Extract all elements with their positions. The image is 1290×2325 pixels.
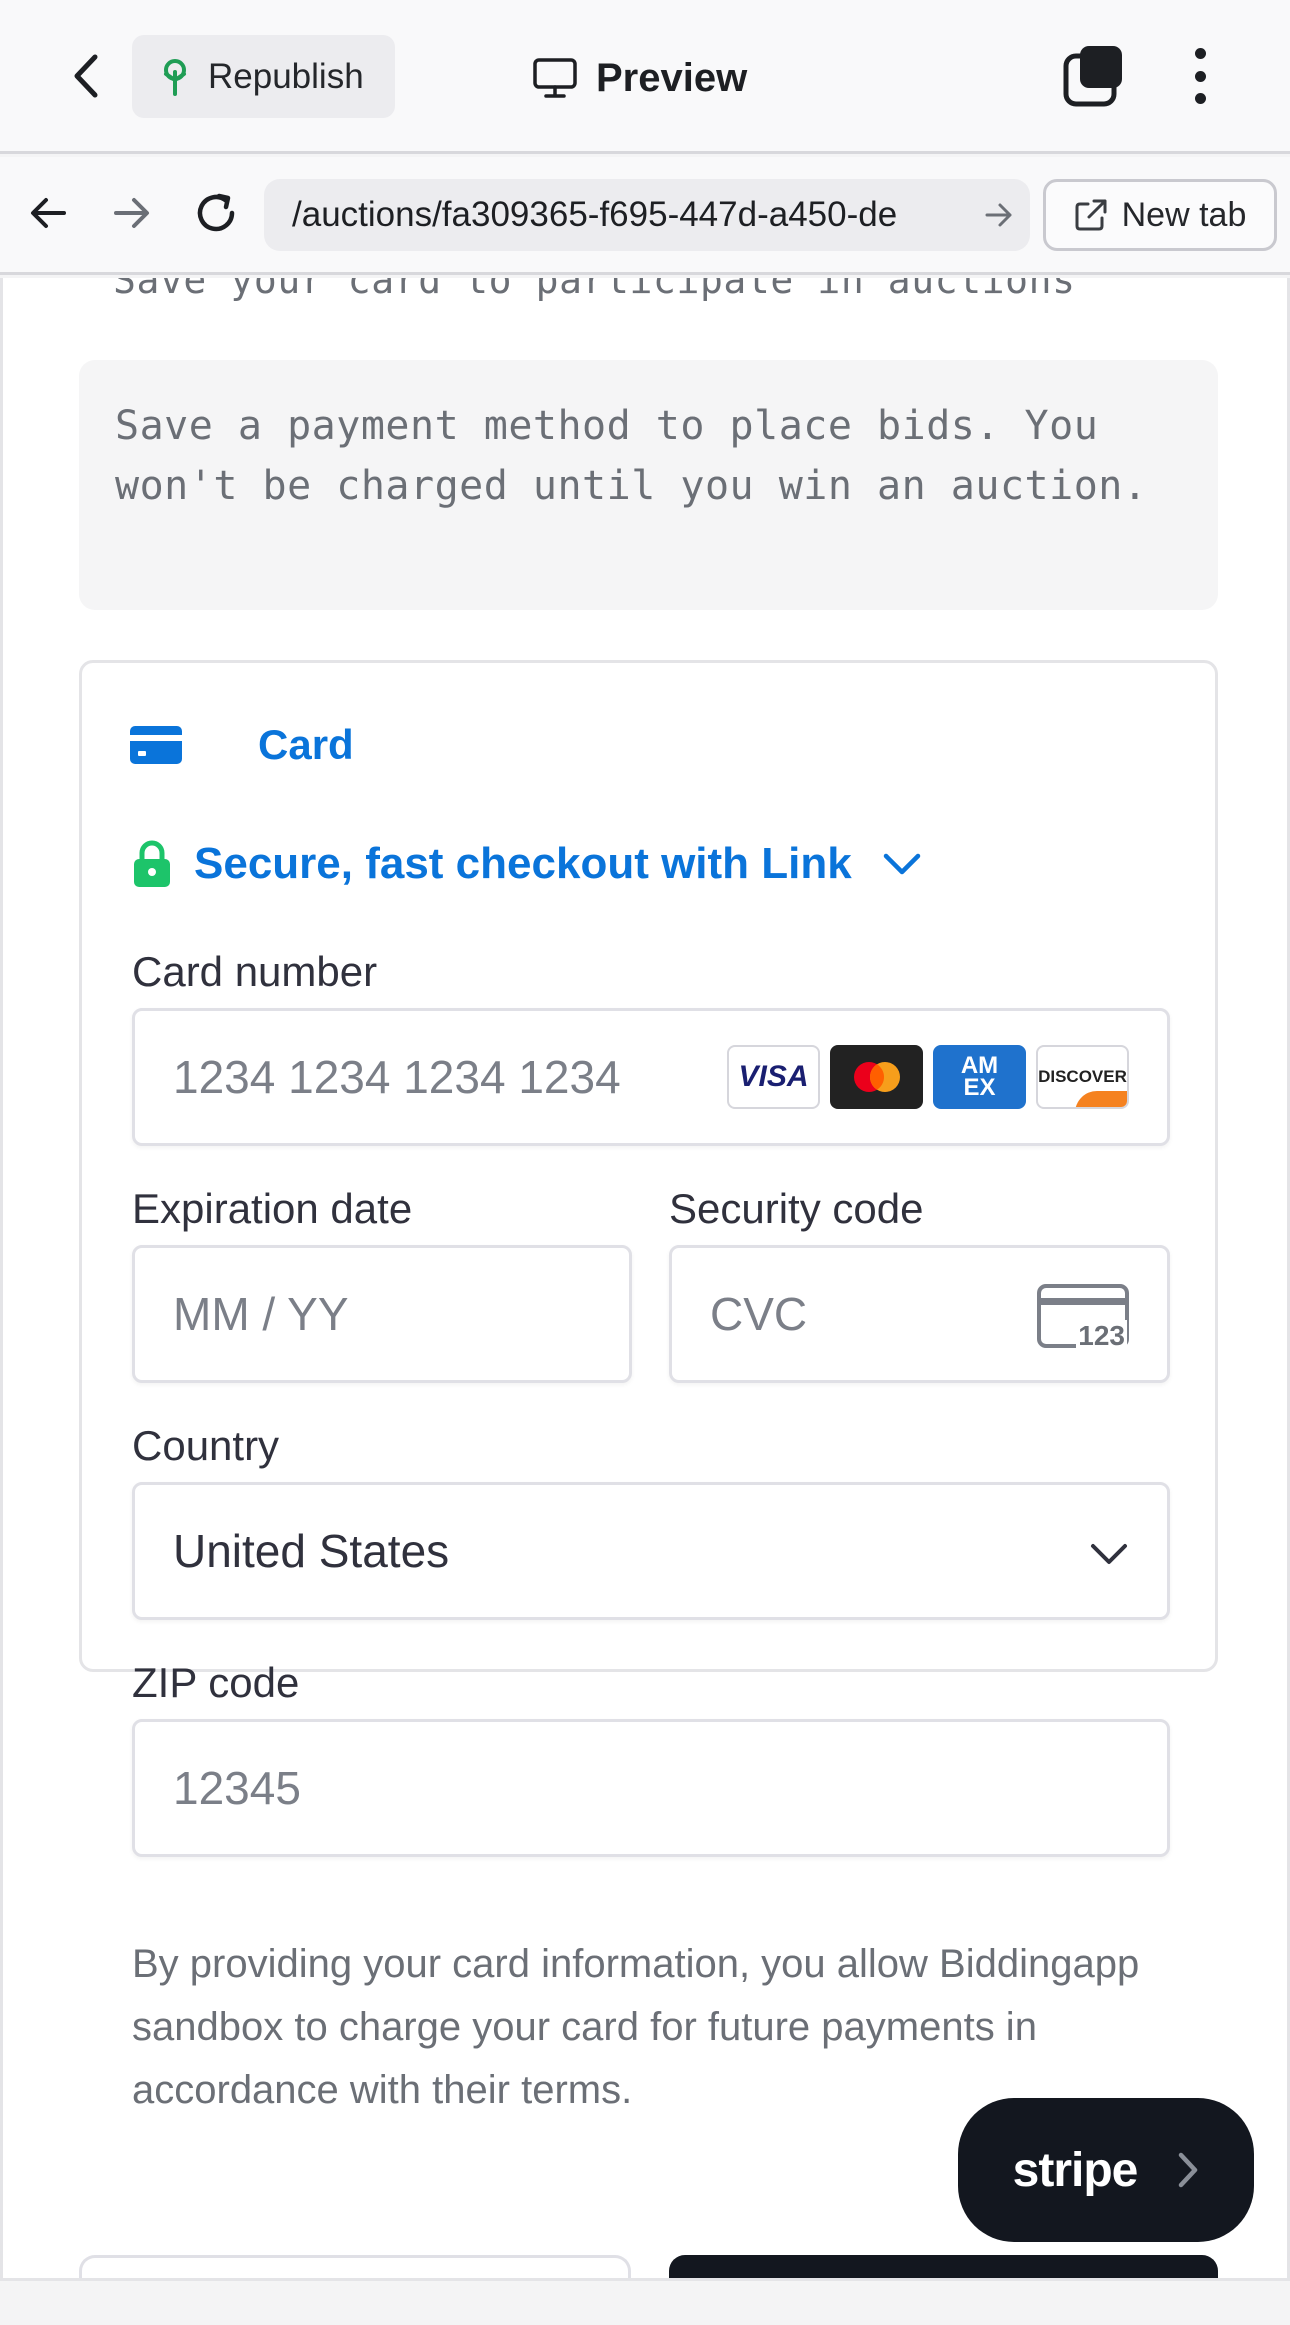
credit-card-icon [130,726,182,764]
more-dot [1194,48,1206,59]
expiry-input[interactable]: MM / YY [132,1245,632,1383]
country-value: United States [173,1525,450,1577]
preview-label: Preview [596,55,748,100]
tab-card-label: Card [258,721,354,768]
expiry-placeholder: MM / YY [173,1288,349,1340]
mastercard-circles [853,1062,900,1092]
tab-card[interactable]: Card [130,721,354,769]
discover-icon: DISCOVER [1036,1045,1129,1109]
preview-title: Preview [532,48,747,108]
bottom-bar [0,2278,1290,2325]
card-number-label: Card number [132,948,378,995]
card-consent-text: By providing your card information, you … [132,1942,1140,2112]
cvc-placeholder: CVC [710,1288,808,1340]
stripe-badge[interactable]: stripe [958,2098,1254,2242]
discover-swoosh [1075,1091,1127,1107]
info-notice: Save a payment method to place bids. You… [79,360,1218,610]
monitor-icon [533,58,577,98]
zip-placeholder: 12345 [173,1762,301,1814]
sprout-icon [164,58,186,96]
url-field[interactable]: /auctions/fa309365-f695-447d-a450-de [264,179,1030,251]
mastercard-icon [830,1045,923,1109]
more-dot [1194,70,1206,82]
page-subheading: Save your card to participate in auction… [113,278,1076,302]
chevron-down-icon [883,853,920,875]
browser-bar: /auctions/fa309365-f695-447d-a450-de New… [0,157,1290,275]
browser-back-button[interactable] [20,185,76,241]
cancel-button[interactable] [79,2255,631,2278]
country-label: Country [132,1422,280,1469]
republish-button[interactable]: Republish [132,35,395,118]
chevron-left-icon [74,54,98,98]
lock-icon [134,840,170,887]
cvc-input[interactable]: CVC 123 [669,1245,1170,1383]
card-number-placeholder: 1234 1234 1234 1234 [173,1051,621,1103]
discover-text: DISCOVER [1038,1067,1127,1086]
chevron-right-icon [1179,2152,1198,2188]
reload-button[interactable] [188,185,244,241]
open-new-tab-button[interactable]: New tab [1043,179,1277,251]
card-number-input[interactable]: 1234 1234 1234 1234 VISA AM EX DISCOVER [132,1008,1170,1146]
browser-forward-button[interactable] [104,185,160,241]
more-options-button[interactable] [1180,44,1220,108]
cvc-digits: 123 [1076,1320,1127,1352]
country-select[interactable]: United States [132,1482,1170,1620]
stripe-logo: stripe [1012,2143,1139,2197]
chevron-down-icon [1091,1544,1127,1564]
app-bar: Republish Preview [0,0,1290,154]
more-dot [1194,93,1206,104]
new-tab-label: New tab [1121,195,1247,234]
link-checkout-toggle[interactable]: Secure, fast checkout with Link [132,839,922,889]
arrow-left-icon [31,198,66,228]
go-arrow-icon[interactable] [984,199,1014,231]
zip-label: ZIP code [132,1659,300,1706]
zip-input[interactable]: 12345 [132,1719,1170,1857]
card-brands: VISA AM EX DISCOVER [727,1045,1129,1109]
external-link-icon [1075,199,1107,231]
visa-text: VISA [738,1060,809,1093]
republish-label: Republish [208,56,364,96]
payment-element: Card Secure, fast checkout with Link Car… [79,660,1218,2112]
cvc-label: Security code [669,1185,924,1232]
visa-icon: VISA [727,1045,820,1109]
reload-icon [197,193,235,232]
expiry-label: Expiration date [132,1185,413,1232]
amex-text: AM EX [960,1052,999,1101]
tabs-switcher-button[interactable] [1062,44,1126,108]
cvc-card-stripe [1041,1298,1125,1305]
url-text: /auctions/fa309365-f695-447d-a450-de [292,195,898,234]
save-card-button[interactable] [669,2255,1218,2278]
link-checkout-label: Secure, fast checkout with Link [194,839,852,888]
amex-icon: AM EX [933,1045,1026,1109]
back-button[interactable] [56,46,116,106]
tabs-icon [1063,46,1122,107]
arrow-right-icon [114,198,149,228]
cvc-card-icon: 123 [1037,1284,1129,1352]
page-content: Save your card to participate in auction… [0,278,1290,2278]
